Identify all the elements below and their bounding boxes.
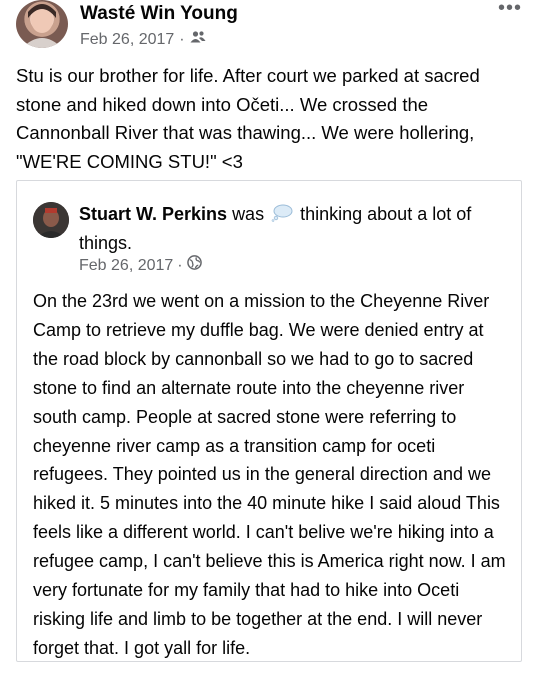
post-meta: Feb 26, 2017 · bbox=[80, 30, 206, 50]
post-text: Stu is our brother for life. After court… bbox=[16, 65, 480, 172]
shared-post-text: On the 23rd we went on a mission to the … bbox=[33, 291, 506, 658]
author-name[interactable]: Wasté Win Young bbox=[80, 2, 238, 26]
post-date[interactable]: Feb 26, 2017 bbox=[80, 30, 174, 50]
facebook-post: Wasté Win Young Feb 26, 2017 · ••• Stu i… bbox=[0, 0, 540, 675]
shared-post-header: Stuart W. Perkins was thinking about a l… bbox=[79, 201, 499, 257]
shared-post-card[interactable]: Stuart W. Perkins was thinking about a l… bbox=[16, 180, 522, 662]
thought-bubble-icon bbox=[271, 203, 293, 230]
globe-icon[interactable] bbox=[186, 255, 202, 276]
more-icon[interactable]: ••• bbox=[498, 0, 522, 18]
author-avatar[interactable] bbox=[16, 0, 68, 48]
friends-icon[interactable] bbox=[190, 30, 206, 50]
shared-author-avatar[interactable] bbox=[33, 202, 69, 238]
shared-author-name[interactable]: Stuart W. Perkins bbox=[79, 204, 227, 224]
shared-post-date[interactable]: Feb 26, 2017 bbox=[79, 256, 173, 276]
separator-dot: · bbox=[179, 31, 185, 48]
shared-post-meta: Feb 26, 2017 · bbox=[79, 255, 202, 276]
was-text: was bbox=[232, 204, 265, 224]
separator-dot: · bbox=[177, 256, 183, 274]
